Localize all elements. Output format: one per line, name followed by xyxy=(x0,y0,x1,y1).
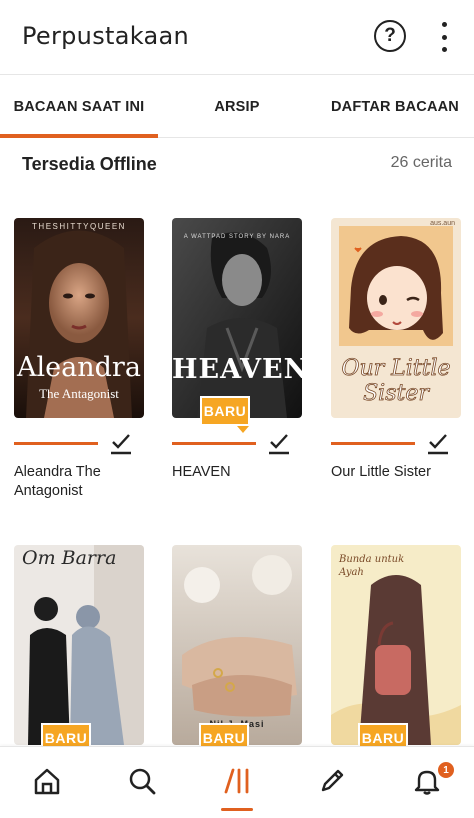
cover-title: Our Little Sister xyxy=(341,356,451,407)
app-header: Perpustakaan ? xyxy=(0,0,474,74)
reading-progress xyxy=(331,431,461,455)
question-circle-icon[interactable]: ? xyxy=(374,20,406,52)
book-title[interactable]: Aleandra The Antagonist xyxy=(14,463,154,501)
cover-author: THESHITTYQUEEN xyxy=(32,222,126,231)
progress-bar xyxy=(331,442,415,445)
reading-progress xyxy=(172,431,302,455)
offline-check-icon xyxy=(111,434,131,455)
cover-author: aus.aun xyxy=(430,220,455,227)
progress-bar xyxy=(172,442,256,445)
cover-subtitle: The Antagonist xyxy=(39,386,119,401)
tab-current-reads[interactable]: BACAAN SAAT INI xyxy=(0,75,158,138)
book-cover[interactable]: Om Barra xyxy=(14,545,144,745)
tab-archive[interactable]: ARSIP xyxy=(158,75,316,138)
book-card[interactable]: Nil J. Masi BARU xyxy=(172,545,302,746)
book-title[interactable]: Our Little Sister xyxy=(331,463,471,482)
active-tab-indicator xyxy=(0,134,158,138)
tab-reading-list[interactable]: DAFTAR BACAAN xyxy=(316,75,474,138)
home-icon[interactable] xyxy=(27,761,67,801)
book-card[interactable]: Om Barra BARU xyxy=(14,545,144,746)
cover-title: Aleandra xyxy=(17,352,141,383)
new-badge: BARU xyxy=(41,723,91,746)
reading-progress xyxy=(14,431,144,455)
cover-author: A WATTPAD STORY BY NARA xyxy=(183,234,291,240)
notification-badge: 1 xyxy=(438,762,454,778)
page-title: Perpustakaan xyxy=(22,22,190,50)
book-title[interactable]: HEAVEN xyxy=(172,463,312,482)
cover-title: Bunda untuk Ayah xyxy=(339,554,405,578)
offline-check-icon xyxy=(269,434,289,455)
new-badge: BARU xyxy=(358,723,408,746)
book-card[interactable]: THESHITTYQUEEN Aleandra The Antagonist A… xyxy=(14,218,144,508)
book-cover[interactable]: Bunda untuk Ayah xyxy=(331,545,461,745)
cover-title: HEAVEN xyxy=(172,354,302,385)
pencil-icon[interactable] xyxy=(312,761,352,801)
book-cover[interactable]: aus.aun Our Little Sister xyxy=(331,218,461,418)
progress-bar xyxy=(14,442,98,445)
book-cover[interactable]: THESHITTYQUEEN Aleandra The Antagonist xyxy=(14,218,144,418)
book-cover[interactable]: Nil J. Masi xyxy=(172,545,302,745)
story-count: 26 cerita xyxy=(390,154,452,171)
active-nav-indicator xyxy=(221,808,253,811)
new-badge: BARU xyxy=(200,396,250,426)
vertical-dots-icon[interactable] xyxy=(434,22,454,52)
new-badge: BARU xyxy=(199,723,249,746)
library-icon[interactable] xyxy=(217,761,257,801)
section-title: Tersedia Offline xyxy=(22,154,157,174)
search-icon[interactable] xyxy=(122,761,162,801)
cover-title: Om Barra xyxy=(22,547,117,569)
book-card[interactable]: aus.aun Our Little Sister Our Little Sis… xyxy=(331,218,461,508)
book-card[interactable]: A WATTPAD STORY BY NARA HEAVEN BARU HEAV… xyxy=(172,218,302,508)
library-tabs: BACAAN SAAT INI ARSIP DAFTAR BACAAN xyxy=(0,74,474,138)
book-cover[interactable]: A WATTPAD STORY BY NARA HEAVEN xyxy=(172,218,302,418)
book-card[interactable]: Bunda untuk Ayah BARU xyxy=(331,545,461,746)
offline-check-icon xyxy=(428,434,448,455)
